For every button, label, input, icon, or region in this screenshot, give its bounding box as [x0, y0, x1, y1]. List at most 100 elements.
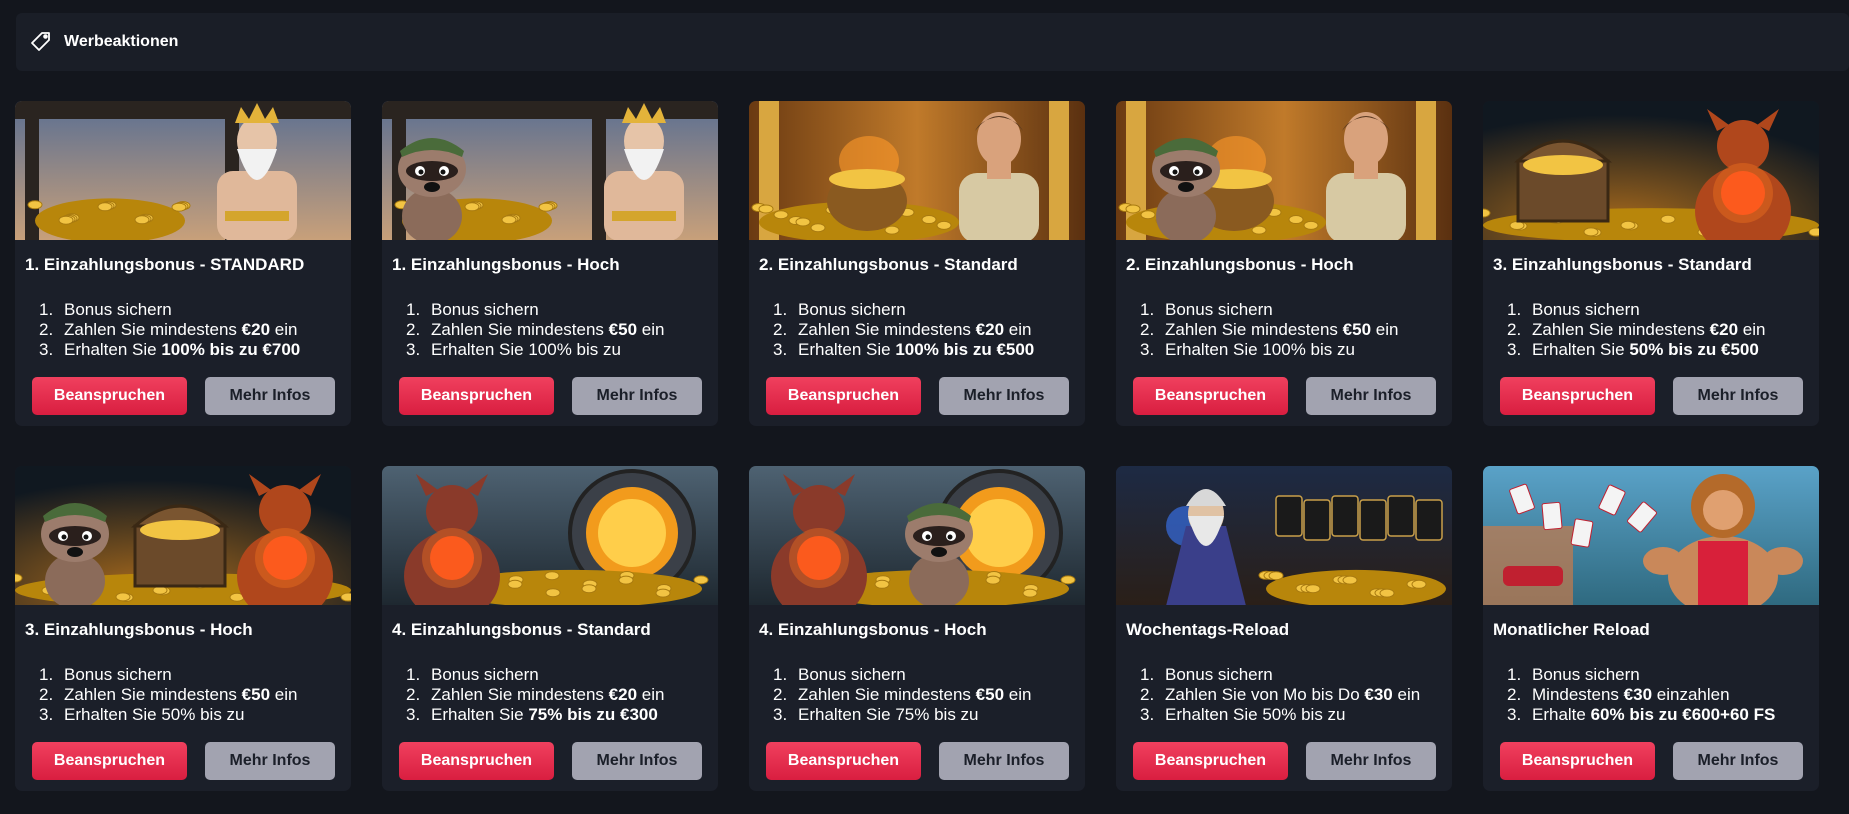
promo-title: 4. Einzahlungsbonus - Standard [392, 620, 651, 639]
promo-card: Monatlicher Reload 1. Bonus sichern 2. Minde… [1483, 466, 1819, 791]
more-info-button[interactable]: Mehr Infos [205, 742, 335, 780]
claim-button[interactable]: Beanspruchen [1133, 377, 1288, 415]
promo-step: 3. Erhalten Sie 100% bis zu [1140, 340, 1452, 360]
step-number: 2. [1507, 685, 1522, 704]
more-info-button[interactable]: Mehr Infos [1673, 742, 1803, 780]
step-text: Bonus sichern [64, 300, 172, 319]
step-number: 1. [1507, 300, 1522, 319]
step-text: Erhalte [1532, 705, 1591, 724]
more-info-button[interactable]: Mehr Infos [572, 377, 702, 415]
step-number: 3. [406, 340, 421, 359]
step-number: 3. [39, 340, 54, 359]
promo-title: Wochentags-Reload [1126, 620, 1290, 639]
step-highlight: 100% bis zu €500 [895, 340, 1035, 359]
step-number: 3. [1140, 340, 1155, 359]
claim-button[interactable]: Beanspruchen [1133, 742, 1288, 780]
step-number: 3. [1507, 340, 1522, 359]
promo-actions: Beanspruchen Mehr Infos [382, 360, 718, 415]
step-number: 2. [773, 320, 788, 339]
step-number: 3. [1140, 705, 1155, 724]
more-info-button[interactable]: Mehr Infos [1306, 377, 1436, 415]
more-info-button[interactable]: Mehr Infos [572, 742, 702, 780]
step-number: 2. [1507, 320, 1522, 339]
more-info-button[interactable]: Mehr Infos [1306, 742, 1436, 780]
promo-step: 1. Bonus sichern [1507, 300, 1819, 320]
step-number: 2. [39, 685, 54, 704]
more-info-button[interactable]: Mehr Infos [939, 377, 1069, 415]
promo-steps: 1. Bonus sichern 2. Zahlen Sie mindestens €… [382, 653, 718, 725]
promo-image[interactable] [1483, 101, 1819, 240]
claim-button[interactable]: Beanspruchen [766, 377, 921, 415]
step-text: Erhalten Sie [64, 340, 162, 359]
promo-step: 2. Zahlen Sie mindestens €50 ein [773, 685, 1085, 705]
step-highlight: €20 [608, 685, 638, 704]
step-number: 2. [39, 320, 54, 339]
step-text: Erhalten Sie [1532, 340, 1630, 359]
promo-image[interactable] [1116, 466, 1452, 605]
step-number: 1. [1140, 665, 1155, 684]
step-suffix: ein [1004, 320, 1032, 339]
step-number: 1. [773, 300, 788, 319]
step-highlight: €20 [1709, 320, 1739, 339]
step-suffix: ein [1738, 320, 1766, 339]
promo-title: 2. Einzahlungsbonus - Standard [759, 255, 1018, 274]
promo-title: 1. Einzahlungsbonus - STANDARD [25, 255, 305, 274]
promo-step: 2. Zahlen Sie mindestens €20 ein [39, 320, 351, 340]
promo-step: 3. Erhalten Sie 75% bis zu [773, 705, 1085, 725]
promo-step: 2. Zahlen Sie mindestens €50 ein [1140, 320, 1452, 340]
promo-actions: Beanspruchen Mehr Infos [1483, 725, 1819, 780]
promo-image[interactable] [382, 466, 718, 605]
claim-button[interactable]: Beanspruchen [1500, 377, 1655, 415]
step-suffix: ein [637, 320, 665, 339]
promo-title: 2. Einzahlungsbonus - Hoch [1126, 255, 1354, 274]
promo-image[interactable] [749, 101, 1085, 240]
step-highlight: €30 [1623, 685, 1653, 704]
step-number: 1. [406, 665, 421, 684]
step-number: 3. [773, 705, 788, 724]
claim-button[interactable]: Beanspruchen [399, 377, 554, 415]
claim-button[interactable]: Beanspruchen [32, 377, 187, 415]
promo-title: 4. Einzahlungsbonus - Hoch [759, 620, 987, 639]
promo-image[interactable] [749, 466, 1085, 605]
promotions-grid: 1. Einzahlungsbonus - STANDARD 1. Bonus si… [15, 101, 1819, 791]
promo-image[interactable] [15, 101, 351, 240]
step-text: Bonus sichern [798, 300, 906, 319]
more-info-button[interactable]: Mehr Infos [939, 742, 1069, 780]
step-highlight: 100% bis zu €700 [161, 340, 301, 359]
promo-steps: 1. Bonus sichern 2. Zahlen Sie mindestens €… [15, 653, 351, 725]
promo-steps: 1. Bonus sichern 2. Zahlen Sie mindestens €… [1483, 288, 1819, 360]
promo-step: 3. Erhalten Sie 100% bis zu €500 [773, 340, 1085, 360]
promo-card: 4. Einzahlungsbonus - Standard 1. Bonus si… [382, 466, 718, 791]
step-highlight: 60% bis zu €600+60 FS [1590, 705, 1776, 724]
step-number: 3. [406, 705, 421, 724]
step-suffix: ein [270, 685, 298, 704]
claim-button[interactable]: Beanspruchen [399, 742, 554, 780]
step-number: 2. [773, 685, 788, 704]
more-info-button[interactable]: Mehr Infos [205, 377, 335, 415]
promo-image[interactable] [382, 101, 718, 240]
promo-step: 3. Erhalten Sie 75% bis zu €300 [406, 705, 718, 725]
promo-image[interactable] [1483, 466, 1819, 605]
promo-step: 1. Bonus sichern [1507, 665, 1819, 685]
step-text: Erhalten Sie [431, 705, 529, 724]
promo-step: 3. Erhalten Sie 50% bis zu [39, 705, 351, 725]
step-number: 1. [406, 300, 421, 319]
promo-step: 2. Zahlen Sie mindestens €20 ein [773, 320, 1085, 340]
promo-actions: Beanspruchen Mehr Infos [1483, 360, 1819, 415]
step-highlight: €20 [975, 320, 1005, 339]
page-title: Werbeaktionen [64, 33, 179, 50]
claim-button[interactable]: Beanspruchen [1500, 742, 1655, 780]
step-suffix: ein [270, 320, 298, 339]
promo-card: Wochentags-Reload 1. Bonus sichern 2. Zahlen… [1116, 466, 1452, 791]
promo-steps: 1. Bonus sichern 2. Zahlen Sie mindestens €… [749, 288, 1085, 360]
step-text: Zahlen Sie mindestens [798, 685, 976, 704]
step-text: Zahlen Sie mindestens [431, 685, 609, 704]
promo-title: 3. Einzahlungsbonus - Hoch [25, 620, 253, 639]
promo-steps: 1. Bonus sichern 2. Mindestens €30 einzahle… [1483, 653, 1819, 725]
step-text: Erhalten Sie 50% bis zu [64, 705, 245, 724]
more-info-button[interactable]: Mehr Infos [1673, 377, 1803, 415]
claim-button[interactable]: Beanspruchen [32, 742, 187, 780]
promo-image[interactable] [1116, 101, 1452, 240]
claim-button[interactable]: Beanspruchen [766, 742, 921, 780]
promo-image[interactable] [15, 466, 351, 605]
